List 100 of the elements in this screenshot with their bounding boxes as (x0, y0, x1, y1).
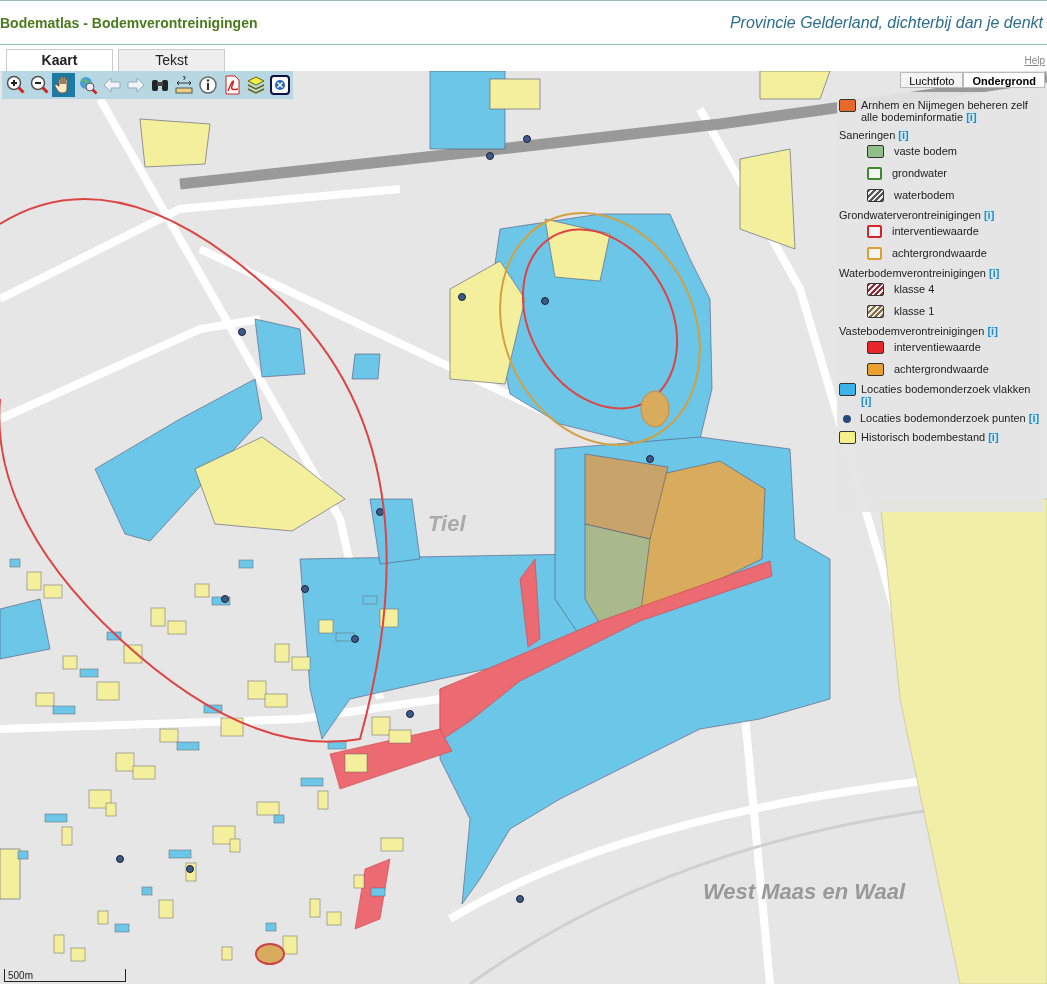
zoom-out-icon (29, 75, 50, 95)
survey-point (523, 135, 531, 143)
legend-label: vaste bodem (894, 145, 957, 157)
survey-point (541, 297, 549, 305)
building (317, 790, 329, 810)
survey-point (646, 455, 654, 463)
building (362, 595, 378, 605)
building (291, 656, 311, 671)
legend-label: interventiewaarde (892, 225, 979, 237)
layers-button[interactable] (244, 73, 267, 97)
survey-point (376, 508, 384, 516)
survey-point (486, 152, 494, 160)
building (282, 935, 298, 955)
info-link[interactable]: [i] (988, 431, 999, 443)
page-title: Bodematlas - Bodemverontreinigingen (0, 14, 258, 31)
building (380, 837, 404, 852)
survey-point (238, 328, 246, 336)
town-label: Tiel (428, 511, 466, 537)
pan-button[interactable] (52, 73, 75, 97)
survey-area (0, 598, 51, 660)
info-link[interactable]: [i] (898, 129, 909, 141)
info-link[interactable]: [i] (987, 325, 998, 337)
info-link[interactable]: [i] (966, 111, 977, 123)
building (167, 620, 187, 635)
survey-point (351, 635, 359, 643)
building (300, 777, 324, 787)
historical-site (489, 78, 541, 110)
building (9, 558, 21, 568)
basemap-button[interactable]: Ondergrond (963, 72, 1045, 88)
legend-label: klasse 1 (894, 305, 935, 317)
tab[interactable]: Tekst (118, 49, 225, 71)
building (327, 740, 347, 750)
right-arrow-icon (125, 75, 146, 95)
close-button[interactable] (268, 73, 291, 97)
legend-label: Historisch bodembestand [i] (861, 431, 999, 443)
building (70, 947, 86, 962)
building (97, 910, 109, 925)
building (185, 862, 197, 882)
info-link[interactable]: [i] (983, 209, 995, 221)
info-button[interactable] (196, 73, 219, 97)
building (61, 826, 73, 846)
survey-area (351, 353, 381, 380)
building (247, 680, 267, 700)
info-icon (197, 75, 218, 95)
legend-label: Grondwaterverontreinigingen [i] (839, 209, 995, 221)
survey-point (301, 585, 309, 593)
building (26, 571, 42, 591)
info-link[interactable]: [i] (861, 395, 872, 407)
building (221, 946, 233, 961)
survey-point (116, 855, 124, 863)
survey-point (221, 595, 229, 603)
zoom-out-button[interactable] (28, 73, 51, 97)
legend-label: Vastebodemverontreinigingen [i] (839, 325, 998, 337)
building (168, 849, 192, 859)
building (96, 681, 120, 701)
legend-label: achtergrondwaarde (892, 247, 987, 259)
building (114, 923, 130, 933)
building (265, 922, 277, 932)
building (309, 898, 321, 918)
help-link[interactable]: Help (1024, 55, 1045, 66)
building (150, 607, 166, 627)
tab[interactable]: Kaart (6, 49, 113, 71)
historical-site (544, 218, 611, 282)
building (220, 717, 244, 737)
building (106, 631, 122, 641)
building (370, 887, 386, 897)
building (274, 643, 290, 663)
info-link[interactable]: [i] (989, 267, 1000, 279)
building (115, 752, 135, 772)
info-link[interactable]: [i] (1028, 412, 1040, 424)
zoom-in-button[interactable] (4, 73, 27, 97)
survey-point (186, 865, 194, 873)
legend-label: waterbodem (894, 189, 955, 201)
ruler-icon (173, 75, 194, 95)
building (44, 813, 68, 823)
building (43, 584, 63, 599)
survey-point (406, 710, 414, 718)
historical-site (759, 71, 831, 100)
legend-label: grondwater (892, 167, 948, 179)
building (388, 729, 412, 744)
building (203, 704, 223, 714)
legend-label: Arnhem en Nijmegen beheren zelf alle bodeminformatie [i] (861, 99, 1029, 123)
survey-point (458, 293, 466, 301)
legend-label: Waterbodemverontreinigingen [i] (839, 267, 1000, 279)
building (353, 874, 365, 889)
building (141, 886, 153, 896)
building (53, 934, 65, 954)
region-label: West Maas en Waal (703, 879, 906, 905)
layers-icon (245, 75, 266, 95)
basemap-button[interactable]: Luchtfoto (900, 72, 964, 88)
contamination-area (354, 858, 391, 930)
building (132, 765, 156, 780)
building (264, 693, 288, 708)
building (371, 716, 391, 736)
legend-label: Saneringen [i] (839, 129, 909, 141)
zoom-in-icon (5, 75, 26, 95)
legend-label: achtergrondwaarde (894, 363, 989, 375)
building (158, 899, 174, 919)
slogan: Provincie Gelderland, dichterbij dan je denkt (729, 13, 1043, 32)
historical-site (139, 118, 211, 168)
